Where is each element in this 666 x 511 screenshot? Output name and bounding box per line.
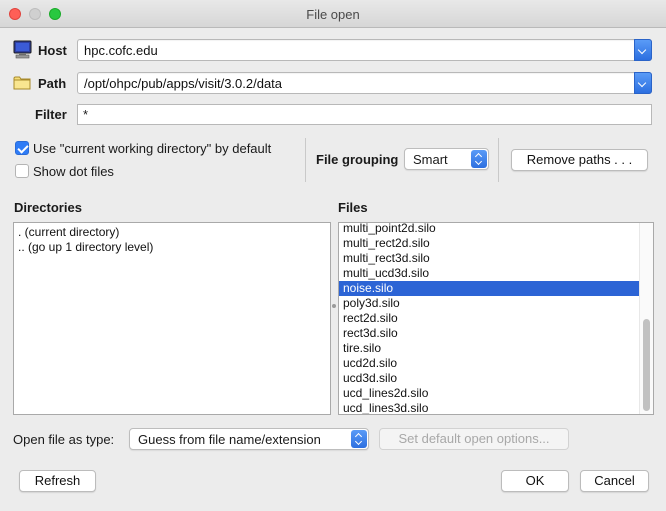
file-item[interactable]: ucd_lines3d.silo (339, 401, 639, 414)
splitter-handle[interactable] (332, 304, 336, 308)
remove-paths-button[interactable]: Remove paths . . . (511, 149, 648, 171)
file-item[interactable]: tire.silo (339, 341, 639, 356)
path-label: Path (38, 76, 67, 91)
directory-item[interactable]: .. (go up 1 directory level) (14, 240, 330, 255)
file-grouping-select[interactable]: Smart (404, 148, 489, 170)
files-list[interactable]: multi_point2d.silo multi_rect2d.silo mul… (338, 222, 654, 415)
show-dot-files-checkbox[interactable] (15, 164, 29, 178)
path-value: /opt/ohpc/pub/apps/visit/3.0.2/data (84, 76, 283, 91)
file-item[interactable]: ucd2d.silo (339, 356, 639, 371)
scrollbar-thumb[interactable] (643, 319, 650, 411)
open-as-label: Open file as type: (13, 432, 115, 447)
file-item[interactable]: rect2d.silo (339, 311, 639, 326)
chevron-down-icon[interactable] (634, 72, 652, 94)
directories-header: Directories (14, 200, 82, 215)
file-item[interactable]: multi_rect3d.silo (339, 251, 639, 266)
title-bar: File open (0, 0, 666, 28)
files-scrollbar[interactable] (639, 223, 653, 414)
ok-button[interactable]: OK (501, 470, 569, 492)
files-header: Files (338, 200, 368, 215)
filter-label: Filter (35, 107, 67, 122)
open-as-select[interactable]: Guess from file name/extension (129, 428, 369, 450)
folder-icon (13, 76, 31, 90)
file-item-selected[interactable]: noise.silo (339, 281, 639, 296)
file-item[interactable]: multi_rect2d.silo (339, 236, 639, 251)
open-as-value: Guess from file name/extension (138, 432, 321, 447)
file-item[interactable]: poly3d.silo (339, 296, 639, 311)
updown-arrows-icon (351, 430, 367, 448)
chevron-down-icon[interactable] (634, 39, 652, 61)
updown-arrows-icon (471, 150, 487, 168)
path-combo[interactable]: /opt/ohpc/pub/apps/visit/3.0.2/data (77, 72, 652, 94)
computer-icon (13, 40, 32, 59)
file-grouping-label: File grouping (316, 152, 399, 167)
separator (498, 138, 499, 182)
file-item[interactable]: ucd3d.silo (339, 371, 639, 386)
file-item[interactable]: multi_point2d.silo (339, 223, 639, 236)
file-grouping-value: Smart (413, 152, 448, 167)
host-combo[interactable]: hpc.cofc.edu (77, 39, 652, 61)
set-default-options-button[interactable]: Set default open options... (379, 428, 569, 450)
filter-input[interactable]: * (77, 104, 652, 125)
file-item[interactable]: ucd_lines2d.silo (339, 386, 639, 401)
show-dot-files-label: Show dot files (33, 164, 114, 179)
use-cwd-checkbox[interactable] (15, 141, 29, 155)
separator (305, 138, 306, 182)
directory-item[interactable]: . (current directory) (14, 225, 330, 240)
directories-list[interactable]: . (current directory) .. (go up 1 direct… (13, 222, 331, 415)
refresh-button[interactable]: Refresh (19, 470, 96, 492)
use-cwd-label: Use "current working directory" by defau… (33, 141, 272, 156)
host-label: Host (38, 43, 67, 58)
cancel-button[interactable]: Cancel (580, 470, 649, 492)
file-item[interactable]: multi_ucd3d.silo (339, 266, 639, 281)
window-title: File open (306, 7, 360, 22)
file-item[interactable]: rect3d.silo (339, 326, 639, 341)
host-value: hpc.cofc.edu (84, 43, 158, 58)
